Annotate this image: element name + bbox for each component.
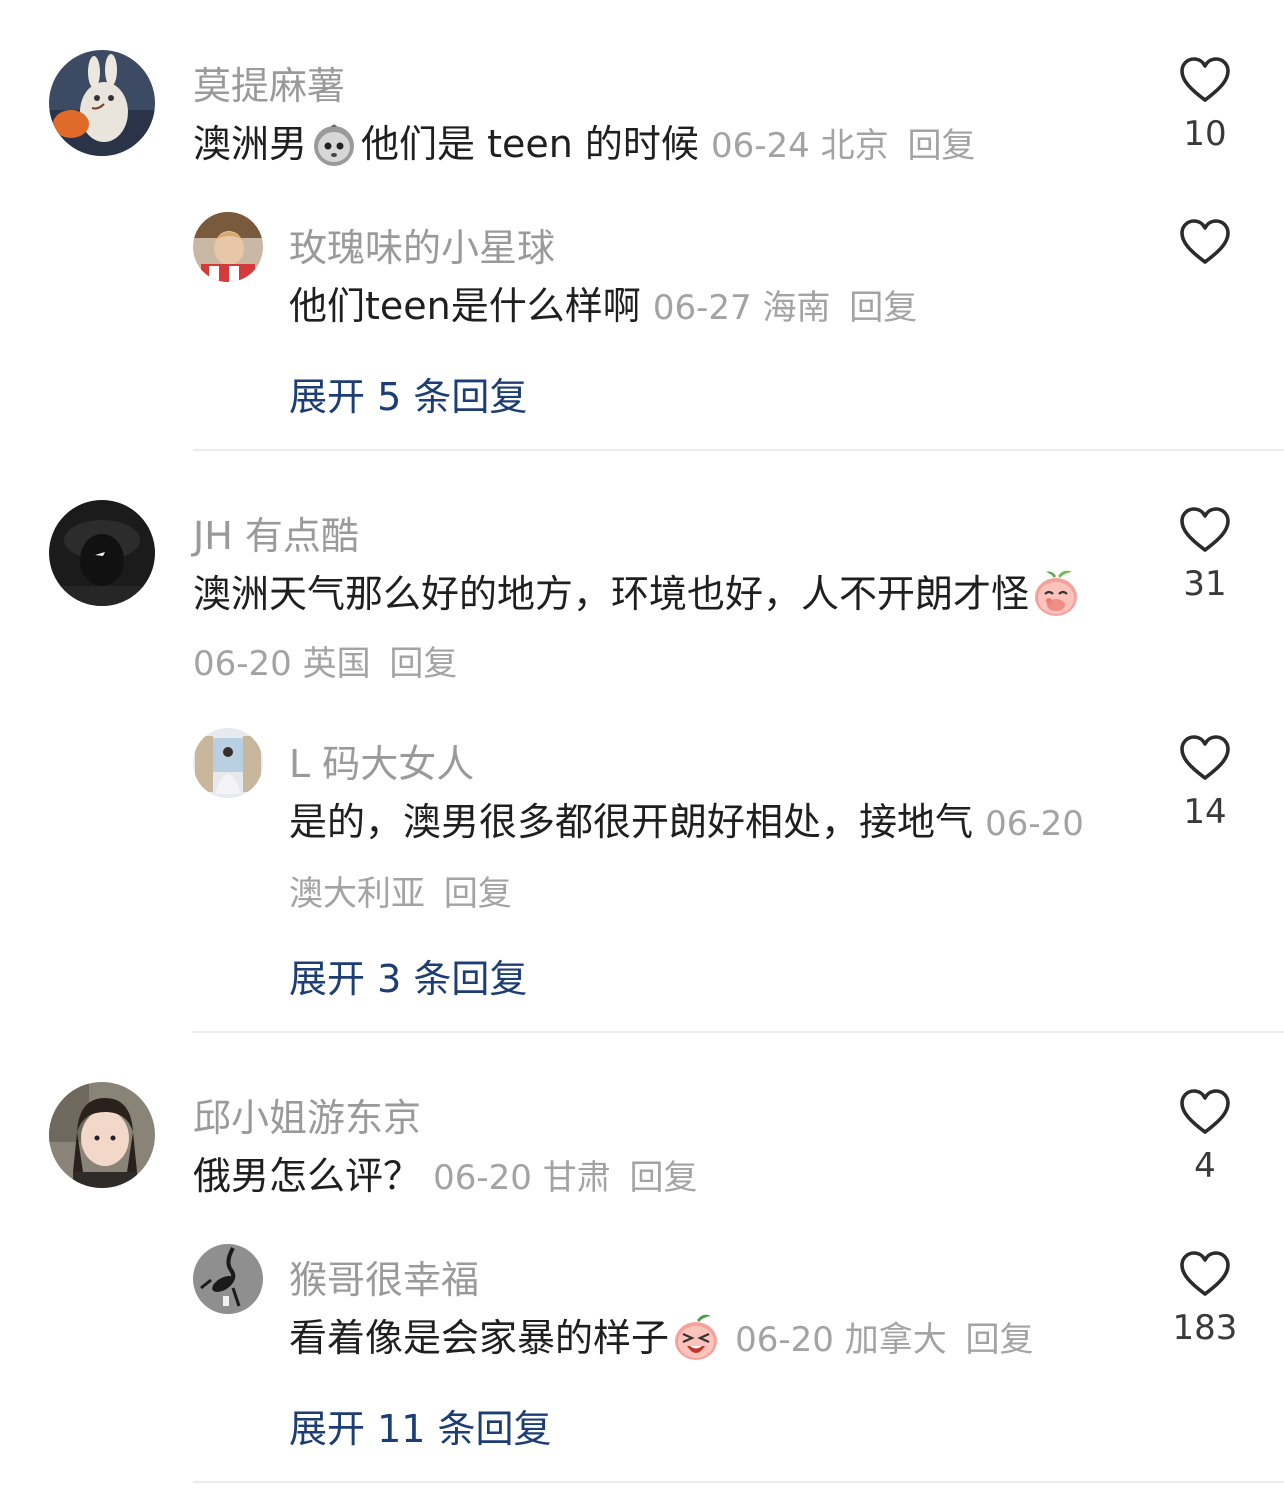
reply-button[interactable]: 回复 bbox=[630, 1158, 698, 1198]
username[interactable]: 猴哥很幸福 bbox=[289, 1249, 479, 1304]
reply-date: 06-20 bbox=[735, 1320, 834, 1360]
reply-text-part: 看着像是会家暴的样子 bbox=[289, 1316, 670, 1360]
comment-text: 俄男怎么评？ 06-20 甘肃 回复 bbox=[193, 1142, 1123, 1212]
like-button[interactable]: 4 bbox=[1160, 1088, 1250, 1186]
crying-peach-emoji-icon bbox=[671, 1312, 721, 1362]
like-count: 4 bbox=[1194, 1146, 1216, 1186]
like-count: 183 bbox=[1172, 1308, 1238, 1348]
comment-date: 06-20 bbox=[433, 1158, 532, 1198]
reply-button[interactable]: 回复 bbox=[966, 1320, 1034, 1360]
heart-icon bbox=[1179, 1088, 1231, 1136]
username[interactable]: 邱小姐游东京 bbox=[193, 1087, 421, 1142]
heart-icon bbox=[1179, 1250, 1231, 1298]
comment-thread: 邱小姐游东京 俄男怎么评？ 06-20 甘肃 回复 4 猴哥很幸福 看着像是会家… bbox=[0, 0, 1284, 1484]
avatar[interactable] bbox=[193, 1244, 263, 1314]
comment-location: 甘肃 bbox=[542, 1158, 611, 1198]
reply-location: 加拿大 bbox=[844, 1320, 947, 1360]
reply-text: 看着像是会家暴的样子 06-20 加拿大 回复 bbox=[289, 1304, 1129, 1374]
comment-text-part: 俄男怎么评？ bbox=[193, 1154, 422, 1198]
like-button[interactable]: 183 bbox=[1160, 1250, 1250, 1348]
avatar[interactable] bbox=[49, 1082, 155, 1188]
comment-meta: 06-20 甘肃 回复 bbox=[433, 1158, 697, 1198]
divider bbox=[193, 1481, 1284, 1483]
expand-replies-button[interactable]: 展开 11 条回复 bbox=[289, 1398, 552, 1453]
reply-meta: 06-20 加拿大 回复 bbox=[735, 1320, 1033, 1360]
